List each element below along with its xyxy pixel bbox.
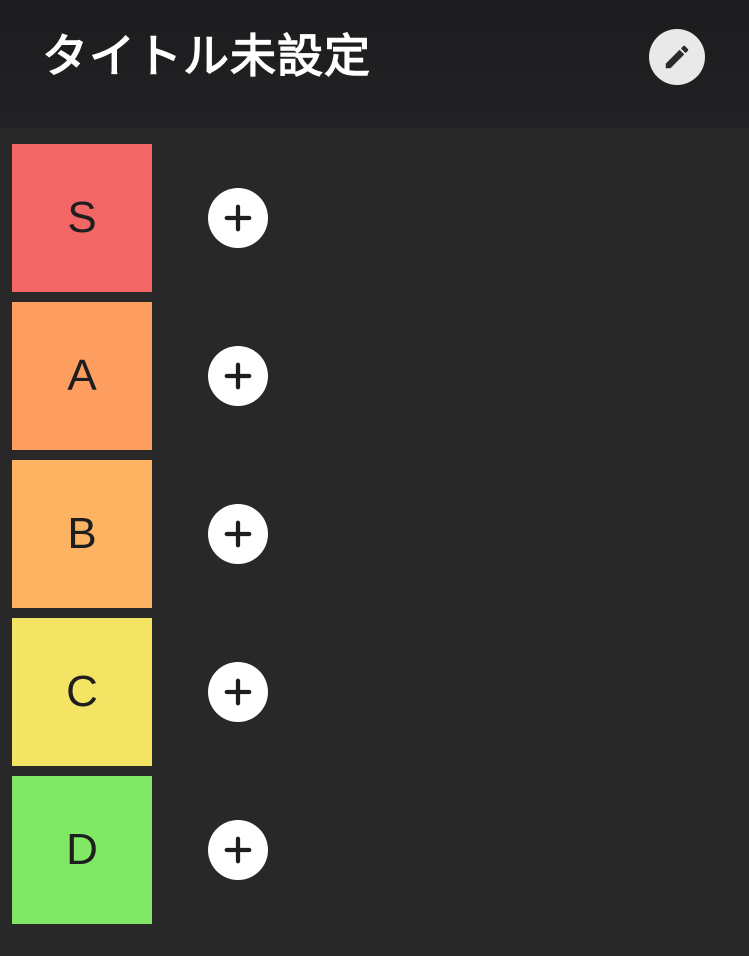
- add-item-button-d[interactable]: [208, 820, 268, 880]
- pencil-icon: [665, 45, 689, 69]
- plus-icon: [224, 678, 252, 706]
- tier-label-a[interactable]: A: [12, 302, 152, 450]
- tier-row-b: B: [0, 460, 749, 608]
- plus-icon: [224, 204, 252, 232]
- app-header: タイトル未設定: [0, 0, 749, 128]
- tier-row-a: A: [0, 302, 749, 450]
- plus-icon: [224, 836, 252, 864]
- tier-label-d[interactable]: D: [12, 776, 152, 924]
- add-item-button-b[interactable]: [208, 504, 268, 564]
- tier-row-s: S: [0, 144, 749, 292]
- tier-row-d: D: [0, 776, 749, 924]
- tier-row-c: C: [0, 618, 749, 766]
- plus-icon: [224, 362, 252, 390]
- plus-icon: [224, 520, 252, 548]
- edit-title-button[interactable]: [649, 29, 705, 85]
- tier-label-b[interactable]: B: [12, 460, 152, 608]
- tier-label-s[interactable]: S: [12, 144, 152, 292]
- page-title[interactable]: タイトル未設定: [42, 28, 371, 84]
- add-item-button-a[interactable]: [208, 346, 268, 406]
- tier-label-c[interactable]: C: [12, 618, 152, 766]
- add-item-button-s[interactable]: [208, 188, 268, 248]
- add-item-button-c[interactable]: [208, 662, 268, 722]
